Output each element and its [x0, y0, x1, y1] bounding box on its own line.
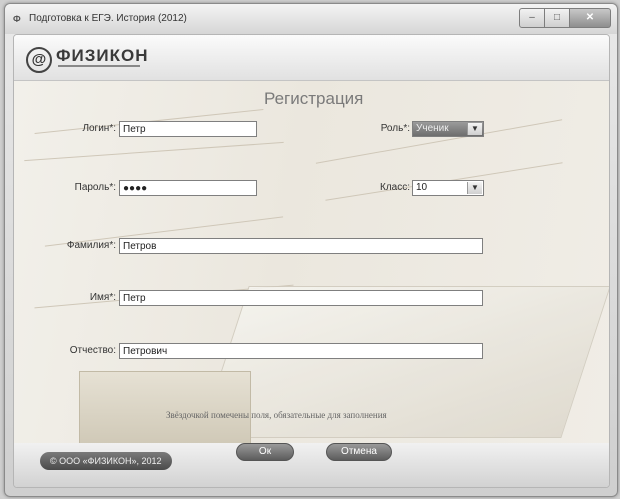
password-input[interactable]: ●●●● [119, 180, 257, 196]
close-button[interactable]: ✕ [570, 8, 611, 28]
name-input[interactable]: Петр [119, 290, 483, 306]
login-label: Логин*: [82, 123, 116, 134]
chevron-down-icon[interactable]: ▼ [467, 182, 482, 194]
role-select[interactable]: Ученик ▼ [412, 121, 484, 137]
minimize-button[interactable]: – [519, 8, 545, 28]
password-label: Пароль*: [74, 182, 116, 193]
logo-underline [58, 65, 140, 67]
name-label: Имя*: [89, 292, 116, 303]
surname-input[interactable]: Петров [119, 238, 483, 254]
form-title: Регистрация [264, 89, 364, 108]
class-label: Класс: [380, 182, 410, 193]
company-logo: ФИЗИКОН [56, 46, 149, 65]
login-input[interactable]: Петр [119, 121, 257, 137]
cancel-button[interactable]: Отмена [326, 443, 392, 461]
copyright-badge: © ООО «ФИЗИКОН», 2012 [40, 452, 172, 470]
required-fields-note: Звёздочкой помечены поля, обязательные д… [166, 410, 387, 420]
book-stack-illustration [79, 371, 251, 443]
patronymic-label: Отчество: [69, 345, 116, 356]
class-value: 10 [416, 182, 428, 193]
logo-bar: @ ФИЗИКОН [14, 35, 609, 81]
maximize-button[interactable]: □ [545, 8, 570, 28]
handwriting-decoration [24, 141, 284, 162]
registration-form: Регистрация Логин*: Петр Роль*: Ученик ▼… [14, 81, 609, 443]
window-title: Подготовка к ЕГЭ. История (2012) [29, 13, 187, 24]
title-bar[interactable]: Ф Подготовка к ЕГЭ. История (2012) – □ ✕ [5, 4, 617, 34]
patronymic-input[interactable]: Петрович [119, 343, 483, 359]
main-content: @ ФИЗИКОН Регистрация Логин*: Петр Роль*… [13, 34, 610, 488]
surname-label: Фамилия*: [66, 240, 116, 251]
role-label: Роль*: [380, 123, 410, 134]
role-value: Ученик [416, 123, 449, 134]
ok-button[interactable]: Ок [236, 443, 294, 461]
at-sign-icon: @ [26, 47, 52, 73]
chevron-down-icon[interactable]: ▼ [467, 123, 482, 135]
app-logo-icon: Ф [13, 14, 21, 24]
application-window: Ф Подготовка к ЕГЭ. История (2012) – □ ✕… [4, 3, 618, 497]
window-controls: – □ ✕ [519, 8, 611, 28]
class-select[interactable]: 10 ▼ [412, 180, 484, 196]
